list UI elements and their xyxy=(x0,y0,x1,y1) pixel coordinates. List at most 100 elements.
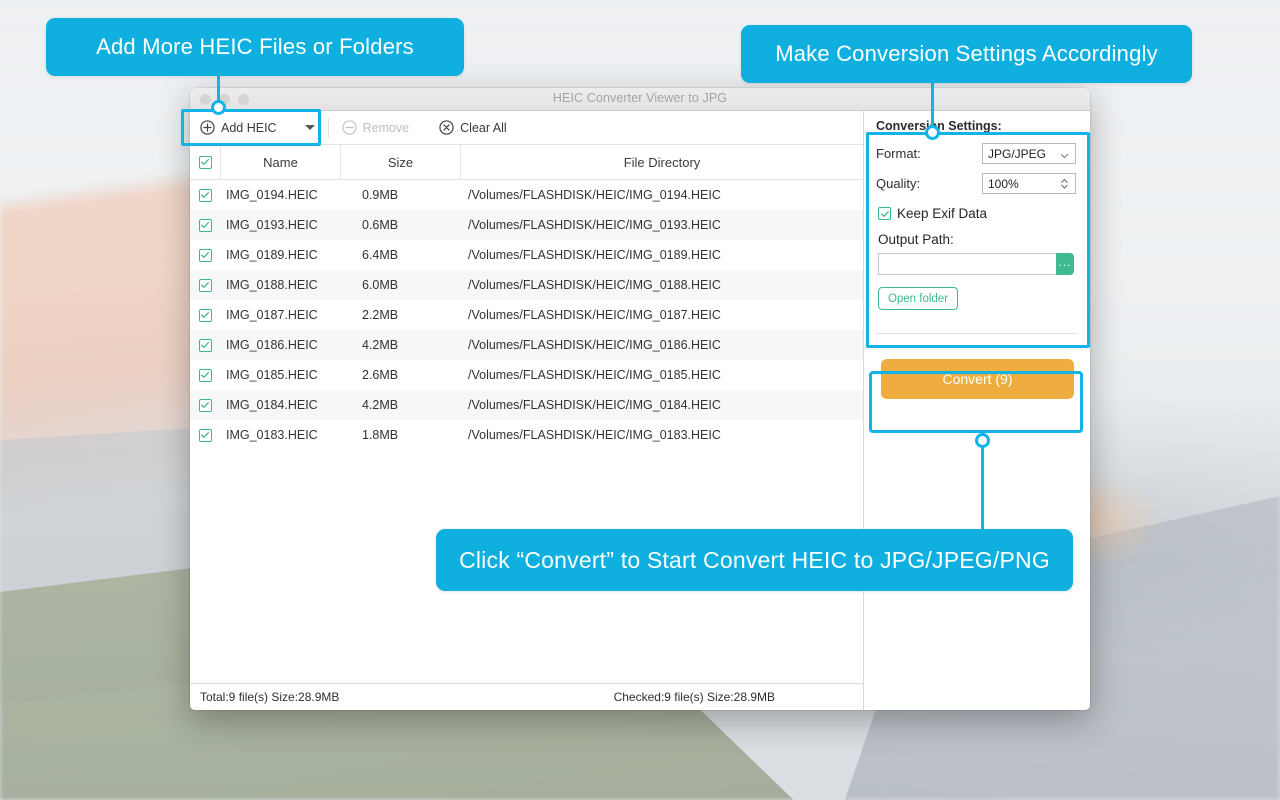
cell-size: 0.6MB xyxy=(362,218,399,232)
checkbox-checked-icon xyxy=(198,368,212,382)
convert-button[interactable]: Convert (9) xyxy=(881,359,1074,399)
status-checked: Checked:9 file(s) Size:28.9MB xyxy=(613,690,775,704)
settings-pane: Conversion Settings: Format: JPG/JPEG Qu… xyxy=(864,111,1090,710)
cell-size: 2.6MB xyxy=(362,368,399,382)
table-row[interactable]: IMG_0193.HEIC 0.6MB/Volumes/FLASHDISK/HEI… xyxy=(190,210,863,240)
cell-directory: /Volumes/FLASHDISK/HEIC/IMG_0184.HEIC xyxy=(468,398,721,412)
row-checkbox[interactable] xyxy=(190,338,220,352)
callout-settings: Make Conversion Settings Accordingly xyxy=(741,25,1192,83)
cell-name: IMG_0185.HEIC xyxy=(226,368,318,382)
table-row[interactable]: IMG_0194.HEIC 0.9MB/Volumes/FLASHDISK/HEI… xyxy=(190,180,863,210)
cell-directory: /Volumes/FLASHDISK/HEIC/IMG_0189.HEIC xyxy=(468,248,721,262)
toolbar: Add HEIC Remove Clear All xyxy=(190,111,863,145)
quality-row: Quality: 100% xyxy=(876,173,1088,194)
row-checkbox[interactable] xyxy=(190,248,220,262)
cell-size: 4.2MB xyxy=(362,398,399,412)
checkbox-checked-icon xyxy=(198,398,212,412)
conversion-settings-title: Conversion Settings: xyxy=(876,119,1002,133)
conversion-settings-group: Conversion Settings: Format: JPG/JPEG Qu… xyxy=(876,119,1088,310)
output-path-input[interactable] xyxy=(878,253,1056,275)
chevron-down-icon xyxy=(1060,149,1069,158)
format-select[interactable]: JPG/JPEG xyxy=(982,143,1076,164)
table-row[interactable]: IMG_0185.HEIC 2.6MB/Volumes/FLASHDISK/HEI… xyxy=(190,360,863,390)
cell-directory: /Volumes/FLASHDISK/HEIC/IMG_0188.HEIC xyxy=(468,278,721,292)
x-circle-icon xyxy=(439,120,454,135)
row-checkbox[interactable] xyxy=(190,368,220,382)
checkbox-checked-icon xyxy=(198,428,212,442)
cell-name: IMG_0187.HEIC xyxy=(226,308,318,322)
connector-dot-settings xyxy=(925,125,940,140)
cell-size: 4.2MB xyxy=(362,338,399,352)
table-header: Name Size File Directory xyxy=(190,145,863,180)
cell-name: IMG_0189.HEIC xyxy=(226,248,318,262)
checkbox-checked-icon xyxy=(198,278,212,292)
output-path-label: Output Path: xyxy=(878,232,954,247)
minus-circle-icon xyxy=(341,120,357,135)
plus-circle-icon xyxy=(200,120,215,135)
connector-dot-add xyxy=(211,100,226,115)
table-row[interactable]: IMG_0184.HEIC 4.2MB/Volumes/FLASHDISK/HEI… xyxy=(190,390,863,420)
row-checkbox[interactable] xyxy=(190,188,220,202)
cell-directory: /Volumes/FLASHDISK/HEIC/IMG_0185.HEIC xyxy=(468,368,721,382)
clear-all-button[interactable]: Clear All xyxy=(439,120,507,135)
window-body: Add HEIC Remove Clear All Name Size File… xyxy=(190,111,1090,710)
checkbox-checked-icon xyxy=(198,155,212,169)
cell-size: 0.9MB xyxy=(362,188,399,202)
browse-path-button[interactable]: ... xyxy=(1056,253,1074,275)
connector-dot-convert xyxy=(975,433,990,448)
table-row[interactable]: IMG_0187.HEIC 2.2MB/Volumes/FLASHDISK/HEI… xyxy=(190,300,863,330)
checkbox-checked-icon xyxy=(198,188,212,202)
format-label: Format: xyxy=(876,146,921,161)
format-row: Format: JPG/JPEG xyxy=(876,143,1088,164)
settings-divider xyxy=(876,333,1078,334)
quality-value: 100% xyxy=(988,176,1019,191)
row-checkbox[interactable] xyxy=(190,428,220,442)
cell-name: IMG_0184.HEIC xyxy=(226,398,318,412)
status-bar: Total:9 file(s) Size:28.9MB Checked:9 fi… xyxy=(190,683,863,710)
open-folder-button[interactable]: Open folder xyxy=(878,287,958,310)
clear-all-label: Clear All xyxy=(460,120,507,135)
cell-directory: /Volumes/FLASHDISK/HEIC/IMG_0187.HEIC xyxy=(468,308,721,322)
remove-button[interactable]: Remove xyxy=(341,120,410,135)
checkbox-checked-icon xyxy=(198,308,212,322)
row-checkbox[interactable] xyxy=(190,218,220,232)
row-checkbox[interactable] xyxy=(190,278,220,292)
toolbar-divider xyxy=(327,117,329,138)
column-header-name[interactable]: Name xyxy=(220,145,340,179)
row-checkbox[interactable] xyxy=(190,308,220,322)
row-checkbox[interactable] xyxy=(190,398,220,412)
column-header-size[interactable]: Size xyxy=(340,145,460,179)
app-window: HEIC Converter Viewer to JPG Add HEIC Re… xyxy=(190,88,1090,710)
cell-name: IMG_0193.HEIC xyxy=(226,218,318,232)
cell-size: 6.0MB xyxy=(362,278,399,292)
cell-name: IMG_0194.HEIC xyxy=(226,188,318,202)
table-row[interactable]: IMG_0183.HEIC 1.8MB/Volumes/FLASHDISK/HEI… xyxy=(190,420,863,450)
caret-down-icon[interactable] xyxy=(304,125,315,130)
status-total: Total:9 file(s) Size:28.9MB xyxy=(200,690,340,704)
cell-size: 1.8MB xyxy=(362,428,399,442)
table-row[interactable]: IMG_0189.HEIC 6.4MB/Volumes/FLASHDISK/HEI… xyxy=(190,240,863,270)
stepper-updown-icon[interactable] xyxy=(1060,177,1069,190)
add-heic-button[interactable]: Add HEIC xyxy=(200,120,315,135)
cell-directory: /Volumes/FLASHDISK/HEIC/IMG_0183.HEIC xyxy=(468,428,721,442)
column-header-directory[interactable]: File Directory xyxy=(460,145,863,179)
cell-directory: /Volumes/FLASHDISK/HEIC/IMG_0186.HEIC xyxy=(468,338,721,352)
cell-directory: /Volumes/FLASHDISK/HEIC/IMG_0193.HEIC xyxy=(468,218,721,232)
window-titlebar: HEIC Converter Viewer to JPG xyxy=(190,88,1090,111)
quality-label: Quality: xyxy=(876,176,921,191)
quality-stepper[interactable]: 100% xyxy=(982,173,1076,194)
table-row[interactable]: IMG_0186.HEIC 4.2MB/Volumes/FLASHDISK/HEI… xyxy=(190,330,863,360)
keep-exif-row[interactable]: Keep Exif Data xyxy=(878,206,1088,221)
select-all-checkbox[interactable] xyxy=(190,155,220,169)
output-path-row: ... xyxy=(878,253,1074,275)
add-heic-label: Add HEIC xyxy=(221,120,277,135)
window-title: HEIC Converter Viewer to JPG xyxy=(552,91,728,105)
keep-exif-label: Keep Exif Data xyxy=(897,206,988,221)
keep-exif-checkbox[interactable] xyxy=(878,207,891,220)
cell-directory: /Volumes/FLASHDISK/HEIC/IMG_0194.HEIC xyxy=(468,188,721,202)
remove-label: Remove xyxy=(362,120,410,135)
cell-size: 6.4MB xyxy=(362,248,399,262)
cell-name: IMG_0188.HEIC xyxy=(226,278,318,292)
table-row[interactable]: IMG_0188.HEIC 6.0MB/Volumes/FLASHDISK/HEI… xyxy=(190,270,863,300)
cell-size: 2.2MB xyxy=(362,308,399,322)
